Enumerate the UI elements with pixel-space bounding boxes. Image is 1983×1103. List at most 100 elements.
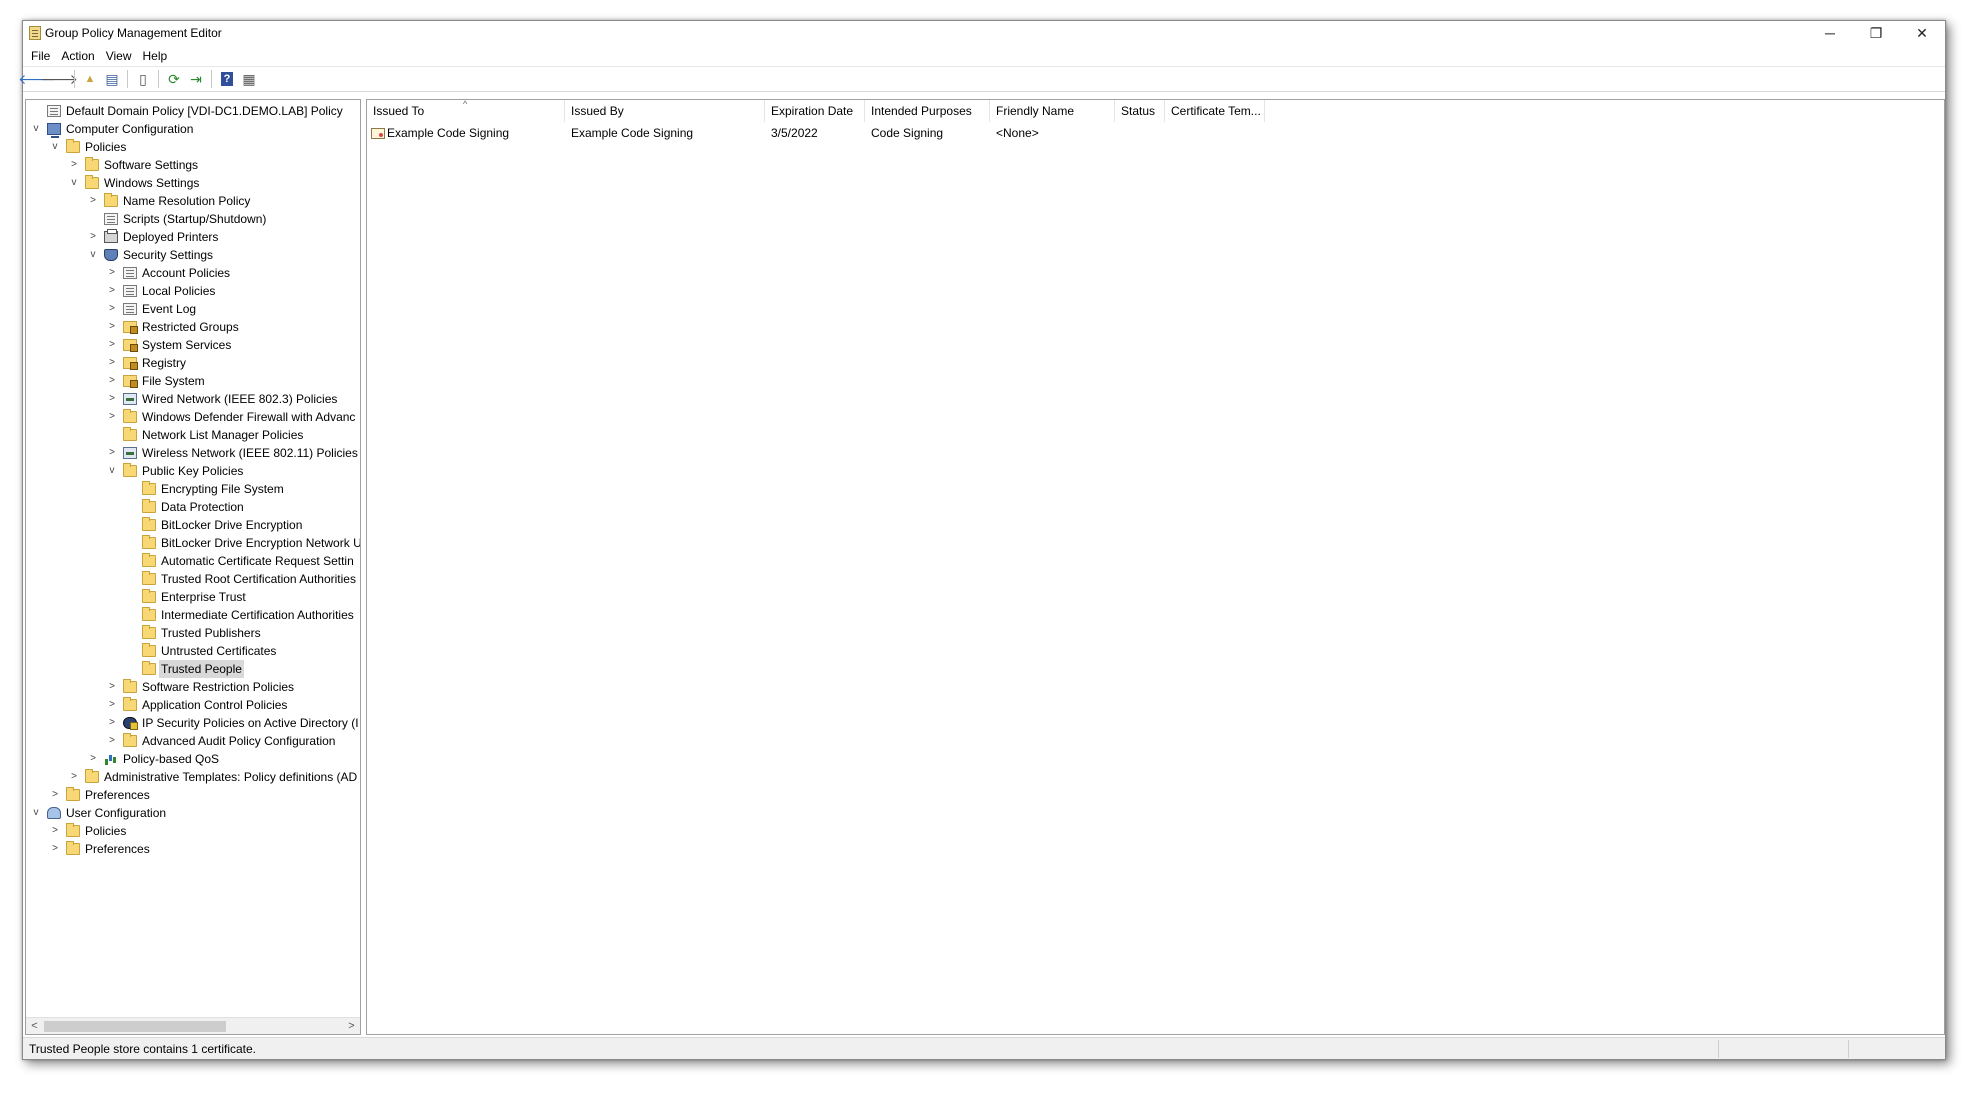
chevron-right-icon[interactable]: > — [87, 750, 99, 768]
chevron-right-icon[interactable]: > — [106, 372, 118, 390]
tree-horizontal-scrollbar[interactable]: < > — [26, 1017, 360, 1034]
chevron-right-icon[interactable]: > — [106, 354, 118, 372]
chevron-right-icon[interactable]: > — [106, 300, 118, 318]
tree-node[interactable]: v Security Settings — [26, 246, 360, 264]
tree-node[interactable]: > Preferences — [26, 786, 360, 804]
tree-node[interactable]: v Computer Configuration — [26, 120, 360, 138]
column-friendly-name[interactable]: Friendly Name — [990, 100, 1115, 122]
tree-node[interactable]: Default Domain Policy [VDI-DC1.DEMO.LAB]… — [26, 102, 360, 120]
tree-node[interactable]: v User Configuration — [26, 804, 360, 822]
tree-node[interactable]: v Policies — [26, 138, 360, 156]
chevron-down-icon[interactable]: v — [30, 120, 42, 138]
tree-node[interactable]: > Application Control Policies — [26, 696, 360, 714]
tree-node[interactable]: > Advanced Audit Policy Configuration — [26, 732, 360, 750]
chevron-right-icon[interactable]: > — [106, 714, 118, 732]
chevron-down-icon[interactable]: v — [49, 138, 61, 156]
chevron-down-icon[interactable]: v — [30, 804, 42, 822]
view-options-button[interactable]: ▦ — [239, 69, 259, 89]
menu-file[interactable]: File — [28, 46, 58, 66]
tree-node[interactable]: > Account Policies — [26, 264, 360, 282]
show-hide-tree-button[interactable]: ▤ — [102, 69, 122, 89]
tree-node[interactable]: Automatic Certificate Request Settin — [26, 552, 360, 570]
tree-node[interactable]: > Policy-based QoS — [26, 750, 360, 768]
tree-node[interactable]: > Registry — [26, 354, 360, 372]
column-intended-purposes[interactable]: Intended Purposes — [865, 100, 990, 122]
tree-node[interactable]: > File System — [26, 372, 360, 390]
tree-node[interactable]: Data Protection — [26, 498, 360, 516]
chevron-right-icon[interactable]: > — [87, 192, 99, 210]
tree-node-label: Security Settings — [123, 248, 214, 262]
tree-node[interactable]: Encrypting File System — [26, 480, 360, 498]
scroll-left-icon[interactable]: < — [26, 1018, 43, 1034]
tree-node[interactable]: Intermediate Certification Authorities — [26, 606, 360, 624]
table-row[interactable]: Example Code Signing Example Code Signin… — [367, 124, 1265, 142]
chevron-right-icon[interactable]: > — [106, 390, 118, 408]
help-button[interactable]: ? — [217, 69, 237, 89]
minimize-button[interactable]: ─ — [1807, 21, 1853, 45]
tree-node[interactable]: v Windows Settings — [26, 174, 360, 192]
tree-node[interactable]: v Public Key Policies — [26, 462, 360, 480]
scroll-right-icon[interactable]: > — [343, 1018, 360, 1034]
chevron-right-icon[interactable]: > — [106, 264, 118, 282]
properties-button[interactable]: ▯ — [133, 69, 153, 89]
chevron-right-icon[interactable]: > — [106, 318, 118, 336]
tree-node[interactable]: Enterprise Trust — [26, 588, 360, 606]
chevron-right-icon[interactable]: > — [49, 822, 61, 840]
chevron-right-icon[interactable]: > — [106, 678, 118, 696]
menu-action[interactable]: Action — [58, 46, 102, 66]
chevron-down-icon[interactable]: v — [106, 462, 118, 480]
chevron-right-icon[interactable]: > — [106, 696, 118, 714]
column-status[interactable]: Status — [1115, 100, 1165, 122]
column-certificate-template[interactable]: Certificate Tem... — [1165, 100, 1265, 122]
tree-node[interactable]: Trusted Root Certification Authorities — [26, 570, 360, 588]
restore-button[interactable]: ❐ — [1853, 21, 1899, 45]
tree-node[interactable]: Network List Manager Policies — [26, 426, 360, 444]
chevron-right-icon[interactable]: > — [49, 786, 61, 804]
close-button[interactable]: ✕ — [1899, 21, 1945, 45]
tree-node[interactable]: > Name Resolution Policy — [26, 192, 360, 210]
chevron-right-icon[interactable]: > — [106, 408, 118, 426]
tree-node[interactable]: > Event Log — [26, 300, 360, 318]
chevron-right-icon[interactable]: > — [68, 768, 80, 786]
tree-node[interactable]: > Software Restriction Policies — [26, 678, 360, 696]
tree-node[interactable]: > Restricted Groups — [26, 318, 360, 336]
menu-view[interactable]: View — [103, 46, 140, 66]
refresh-button[interactable]: ⟳ — [164, 69, 184, 89]
tree-node[interactable]: > Wired Network (IEEE 802.3) Policies — [26, 390, 360, 408]
chevron-right-icon[interactable]: > — [106, 336, 118, 354]
tree-node[interactable]: > Administrative Templates: Policy defini… — [26, 768, 360, 786]
chevron-right-icon[interactable]: > — [68, 156, 80, 174]
export-list-button[interactable]: ⇥ — [186, 69, 206, 89]
tree-node[interactable]: Trusted People — [26, 660, 360, 678]
lockfolder-icon — [123, 321, 138, 334]
scroll-thumb[interactable] — [44, 1021, 226, 1032]
chevron-right-icon[interactable]: > — [87, 228, 99, 246]
tree-node[interactable]: > Software Settings — [26, 156, 360, 174]
up-one-level-button[interactable]: ▲ — [80, 69, 100, 89]
tree-node[interactable]: > Preferences — [26, 840, 360, 858]
tree-node[interactable]: Scripts (Startup/Shutdown) — [26, 210, 360, 228]
tree-node[interactable]: Untrusted Certificates — [26, 642, 360, 660]
tree-node[interactable]: Trusted Publishers — [26, 624, 360, 642]
tree-node[interactable]: BitLocker Drive Encryption — [26, 516, 360, 534]
tree-node[interactable]: > Windows Defender Firewall with Advanc — [26, 408, 360, 426]
chevron-down-icon[interactable]: v — [87, 246, 99, 264]
chevron-down-icon[interactable]: v — [68, 174, 80, 192]
tree-node[interactable]: BitLocker Drive Encryption Network U — [26, 534, 360, 552]
column-expiration-date[interactable]: Expiration Date — [765, 100, 865, 122]
tree-node[interactable]: > System Services — [26, 336, 360, 354]
menu-help[interactable]: Help — [140, 46, 176, 66]
chevron-right-icon[interactable]: > — [106, 732, 118, 750]
column-issued-to[interactable]: Issued To ^ — [367, 100, 565, 122]
tree-node[interactable]: > Wireless Network (IEEE 802.11) Policies — [26, 444, 360, 462]
chevron-right-icon[interactable]: > — [49, 840, 61, 858]
tree-node[interactable]: > IP Security Policies on Active Director… — [26, 714, 360, 732]
tree-node[interactable]: > Policies — [26, 822, 360, 840]
tree-node[interactable]: > Local Policies — [26, 282, 360, 300]
chevron-right-icon[interactable]: > — [106, 282, 118, 300]
tree-node[interactable]: > Deployed Printers — [26, 228, 360, 246]
ipsec-icon — [123, 717, 138, 730]
chevron-right-icon[interactable]: > — [106, 444, 118, 462]
column-issued-by[interactable]: Issued By — [565, 100, 765, 122]
forward-button[interactable]: 🡒 — [40, 69, 78, 89]
